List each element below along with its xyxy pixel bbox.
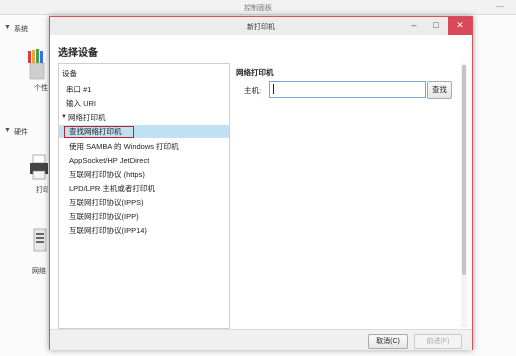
collapse-arrow-icon[interactable]: ▼ <box>4 127 11 134</box>
printer-label: 打印 <box>36 187 48 194</box>
network-icon[interactable] <box>32 227 50 257</box>
expand-arrow-icon[interactable]: ▼ <box>61 111 67 124</box>
background-titlebar: 控制面板 — <box>0 0 516 15</box>
device-tree: 设备 串口 #1 输入 URI ▼ 网络打印机 查找网络打印机 使用 SAMBA… <box>58 63 230 329</box>
personalization-label: 个性 <box>34 85 48 92</box>
tree-item-ipp14[interactable]: 互联网打印协议(IPP14) <box>59 224 239 237</box>
host-label: 主机: <box>244 86 262 95</box>
text-caret <box>273 84 274 94</box>
background-window-title: 控制面板 <box>244 5 272 12</box>
tree-item-samba[interactable]: 使用 SAMBA 的 Windows 打印机 <box>59 140 239 153</box>
tree-item-uri[interactable]: 输入 URI <box>59 97 236 110</box>
section-hardware-label: 硬件 <box>14 129 28 136</box>
tree-item-lpd[interactable]: LPD/LPR 主机或者打印机 <box>59 182 239 195</box>
tree-item-find-network-printer[interactable]: 查找网络打印机 <box>59 125 229 138</box>
tree-item-ipp-https[interactable]: 互联网打印协议 (https) <box>59 168 239 181</box>
forward-button[interactable]: 前进(F) <box>414 334 462 349</box>
new-printer-dialog: 新打印机 – □ ✕ 选择设备 设备 串口 #1 输入 URI ▼ 网络打印机 … <box>49 16 473 350</box>
dialog-heading: 选择设备 <box>58 48 98 59</box>
tree-item-appsocket[interactable]: AppSocket/HP JetDirect <box>59 154 239 167</box>
tree-header: 设备 <box>62 69 77 78</box>
find-button[interactable]: 查找 <box>427 81 452 99</box>
personalization-icon[interactable] <box>26 47 48 83</box>
tree-item-ipp[interactable]: 互联网打印协议(IPP) <box>59 210 239 223</box>
minimize-icon[interactable]: — <box>496 2 504 11</box>
dialog-titlebar: 新打印机 – □ ✕ <box>50 17 472 35</box>
tree-item-network-printer[interactable]: ▼ 网络打印机 <box>59 111 229 124</box>
printer-icon[interactable] <box>28 153 50 183</box>
tree-item-serial[interactable]: 串口 #1 <box>59 83 236 96</box>
maximize-icon[interactable]: □ <box>426 17 446 35</box>
cancel-button[interactable]: 取消(C) <box>368 334 408 349</box>
section-system-label: 系统 <box>14 26 28 33</box>
scroll-thumb[interactable] <box>462 65 466 275</box>
host-input[interactable] <box>269 81 426 98</box>
tree-item-find-network-printer-label: 查找网络打印机 <box>69 127 122 136</box>
collapse-arrow-icon[interactable]: ▼ <box>4 24 11 31</box>
dialog-footer: 取消(C) 前进(F) <box>50 329 472 350</box>
vertical-scrollbar[interactable] <box>461 63 467 327</box>
network-printer-title: 网络打印机 <box>236 68 274 77</box>
device-options-panel: 网络打印机 主机: 查找 <box>236 67 458 327</box>
minimize-icon[interactable]: – <box>404 17 424 35</box>
close-icon[interactable]: ✕ <box>448 17 472 35</box>
network-label: 网络 <box>32 268 46 275</box>
tree-item-network-printer-label: 网络打印机 <box>68 113 106 122</box>
tree-item-ipps[interactable]: 互联网打印协议(IPPS) <box>59 196 239 209</box>
